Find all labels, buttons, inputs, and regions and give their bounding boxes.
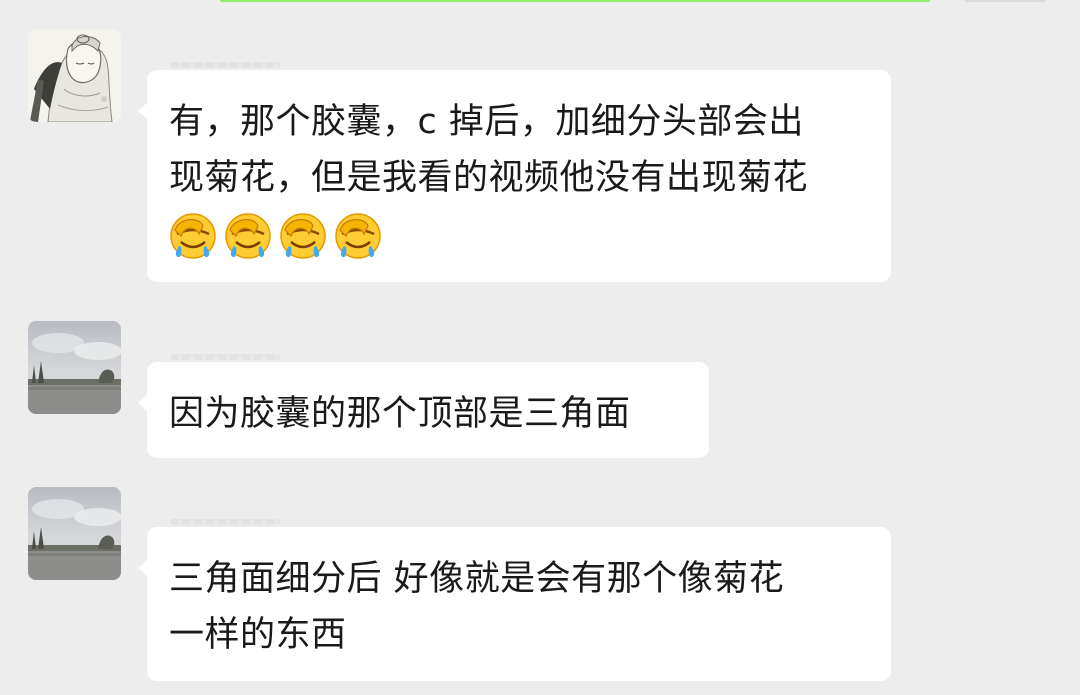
facepalm-emoji-icon — [170, 213, 216, 259]
facepalm-emoji-icon — [280, 213, 326, 259]
avatar[interactable] — [28, 487, 121, 580]
message-bubble[interactable]: 因为胶囊的那个顶部是三角面 — [138, 362, 709, 458]
message-text-line: 现菊花，但是我看的视频他没有出现菊花 — [169, 158, 809, 198]
message-text-line: 三角面细分后 好像就是会有那个像菊花 — [169, 559, 785, 599]
landscape-photo-avatar-image — [28, 487, 121, 580]
message-bubble[interactable]: 有，那个胶囊，c 掉后，加细分头部会出 现菊花，但是我看的视频他没有出现菊花 — [138, 70, 891, 282]
message-bubble[interactable]: 三角面细分后 好像就是会有那个像菊花 一样的东西 — [138, 527, 891, 681]
emoji-row — [169, 210, 869, 262]
landscape-photo-avatar-image — [28, 321, 121, 414]
previous-message-strip — [0, 0, 1080, 4]
message-text-line: 一样的东西 — [169, 615, 347, 655]
anime-sketch-avatar-image — [28, 29, 121, 122]
previous-sent-bubble-edge — [220, 0, 930, 2]
sender-nickname-blurred — [170, 62, 280, 68]
message-text-line: 因为胶囊的那个顶部是三角面 — [169, 394, 631, 434]
avatar[interactable] — [28, 321, 121, 414]
facepalm-emoji-icon — [225, 213, 271, 259]
sender-nickname-blurred — [170, 519, 280, 525]
sender-nickname-blurred — [170, 354, 280, 360]
avatar[interactable] — [28, 29, 121, 122]
previous-avatar-edge — [965, 0, 1045, 2]
facepalm-emoji-icon — [335, 213, 381, 259]
message-text-line: 有，那个胶囊，c 掉后，加细分头部会出 — [169, 102, 804, 142]
